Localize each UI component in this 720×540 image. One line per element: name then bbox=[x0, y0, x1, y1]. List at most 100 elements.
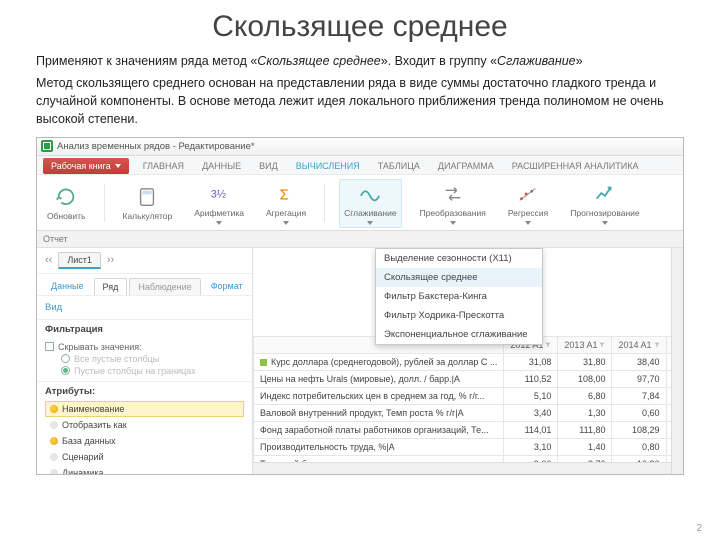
series-marker-icon bbox=[260, 359, 267, 366]
edge-cols-radio bbox=[61, 366, 70, 375]
cell-value: 110,52 bbox=[504, 370, 558, 387]
calculator-icon bbox=[135, 185, 159, 209]
pin-icon bbox=[50, 405, 58, 413]
cell-value: 6,80 bbox=[558, 387, 612, 404]
tab-data[interactable]: ДАННЫЕ bbox=[198, 158, 245, 174]
hide-values-label: Скрывать значения: bbox=[58, 342, 142, 352]
cell-value: 114,01 bbox=[504, 421, 558, 438]
row-label: Курс доллара (среднегодовой), рублей за … bbox=[254, 353, 504, 370]
dropdown-item[interactable]: Фильтр Ходрика-Прескотта bbox=[376, 306, 542, 325]
cell-value: 0,60 bbox=[612, 404, 666, 421]
smoothing-icon bbox=[358, 182, 382, 206]
dropdown-item[interactable]: Экспоненциальное сглаживание bbox=[376, 325, 542, 344]
empty-cols-label: Все пустые столбцы bbox=[74, 354, 159, 364]
cell-value: 3,40 bbox=[504, 404, 558, 421]
subtab-data[interactable]: Данные bbox=[43, 278, 92, 295]
edge-cols-label: Пустые столбцы на границах bbox=[74, 366, 196, 376]
slide-title: Скользящее среднее bbox=[30, 10, 690, 44]
attr-row[interactable]: Отобразить как bbox=[45, 417, 244, 433]
regression-button[interactable]: Регрессия bbox=[504, 180, 552, 227]
row-label: Фонд заработной платы работников организ… bbox=[254, 421, 504, 438]
cell-value: 7,84 bbox=[612, 387, 666, 404]
calculator-button[interactable]: Калькулятор bbox=[119, 183, 177, 223]
horizontal-scrollbar[interactable] bbox=[253, 462, 671, 474]
data-pane: Выделение сезонности (X11)Скользящее сре… bbox=[253, 248, 683, 474]
row-label: Валовой внутренний продукт, Темп роста %… bbox=[254, 404, 504, 421]
chevron-down-icon bbox=[602, 221, 608, 225]
app-window: Анализ временных рядов - Редактирование*… bbox=[36, 137, 684, 475]
subtab-observation[interactable]: Наблюдение bbox=[129, 278, 200, 295]
refresh-icon bbox=[54, 185, 78, 209]
left-panel: ‹‹ Лист1 ›› Данные Ряд Наблюдение Формат… bbox=[37, 248, 253, 474]
forecast-button[interactable]: Прогнозирование bbox=[566, 180, 643, 227]
transform-button[interactable]: Преобразования bbox=[416, 180, 490, 227]
dropdown-item[interactable]: Скользящее среднее bbox=[376, 268, 542, 287]
refresh-button[interactable]: Обновить bbox=[43, 183, 90, 223]
cell-value: 97,70 bbox=[612, 370, 666, 387]
cell-value: 108,00 bbox=[558, 370, 612, 387]
tab-view[interactable]: ВИД bbox=[255, 158, 282, 174]
table-row[interactable]: Фонд заработной платы работников организ… bbox=[254, 421, 684, 438]
tab-chart[interactable]: ДИАГРАММА bbox=[434, 158, 498, 174]
hide-values-checkbox[interactable] bbox=[45, 342, 54, 351]
table-row[interactable]: Производительность труда, %|А3,101,400,8… bbox=[254, 438, 684, 455]
row-label: Цены на нефть Urals (мировые), долл. / б… bbox=[254, 370, 504, 387]
sheet-prev-button[interactable]: ‹‹ bbox=[43, 254, 54, 266]
tab-home[interactable]: ГЛАВНАЯ bbox=[139, 158, 188, 174]
data-table: 2012 A12013 A12014 A12015 A1 Курс доллар… bbox=[253, 336, 683, 473]
vertical-scrollbar[interactable] bbox=[671, 248, 683, 474]
chevron-down-icon bbox=[216, 221, 222, 225]
workbook-menu-button[interactable]: Рабочая книга bbox=[43, 158, 129, 174]
empty-cols-radio bbox=[61, 354, 70, 363]
cell-value: 108,29 bbox=[612, 421, 666, 438]
smoothing-button[interactable]: Сглаживание bbox=[339, 179, 402, 228]
table-row[interactable]: Курс доллара (среднегодовой), рублей за … bbox=[254, 353, 684, 370]
arithmetic-icon: 3½ bbox=[207, 182, 231, 206]
row-label: Индекс потребительских цен в среднем за … bbox=[254, 387, 504, 404]
smoothing-dropdown: Выделение сезонности (X11)Скользящее сре… bbox=[375, 248, 543, 345]
chevron-down-icon bbox=[450, 221, 456, 225]
row-label: Производительность труда, %|А bbox=[254, 438, 504, 455]
arithmetic-button[interactable]: 3½ Арифметика bbox=[190, 180, 248, 227]
tab-analytics[interactable]: РАСШИРЕННАЯ АНАЛИТИКА bbox=[508, 158, 643, 174]
forecast-icon bbox=[593, 182, 617, 206]
sheet-tab[interactable]: Лист1 bbox=[58, 252, 101, 269]
tab-table[interactable]: ТАБЛИЦА bbox=[374, 158, 424, 174]
chevron-down-icon bbox=[283, 221, 289, 225]
regression-icon bbox=[516, 182, 540, 206]
tab-calculations[interactable]: ВЫЧИСЛЕНИЯ bbox=[292, 158, 364, 174]
attr-label: Отобразить как bbox=[62, 420, 127, 430]
attr-row[interactable]: Наименование bbox=[45, 401, 244, 417]
transform-icon bbox=[441, 182, 465, 206]
cell-value: 5,10 bbox=[504, 387, 558, 404]
window-title: Анализ временных рядов - Редактирование* bbox=[57, 141, 255, 152]
column-header[interactable]: 2014 A1 bbox=[612, 336, 666, 353]
chevron-down-icon bbox=[367, 221, 373, 225]
attr-label: Динамика bbox=[62, 468, 103, 474]
subtab-series[interactable]: Ряд bbox=[94, 278, 128, 295]
dropdown-item[interactable]: Выделение сезонности (X11) bbox=[376, 249, 542, 268]
attr-label: Сценарий bbox=[62, 452, 104, 462]
cell-value: 38,40 bbox=[612, 353, 666, 370]
dropdown-item[interactable]: Фильтр Бакстера-Кинга bbox=[376, 287, 542, 306]
attr-row[interactable]: Динамика bbox=[45, 465, 244, 474]
attr-label: База данных bbox=[62, 436, 116, 446]
table-row[interactable]: Валовой внутренний продукт, Темп роста %… bbox=[254, 404, 684, 421]
chevron-down-icon bbox=[115, 164, 121, 168]
view-link[interactable]: Вид bbox=[37, 295, 252, 319]
ribbon-tabs: Рабочая книга ГЛАВНАЯ ДАННЫЕ ВИД ВЫЧИСЛЕ… bbox=[37, 156, 683, 174]
report-bar: Отчет bbox=[37, 231, 683, 248]
pin-icon bbox=[50, 453, 58, 461]
sheet-next-button[interactable]: ›› bbox=[105, 254, 116, 266]
attrs-section-header: Атрибуты: bbox=[37, 381, 252, 401]
column-header[interactable]: 2013 A1 bbox=[558, 336, 612, 353]
table-row[interactable]: Индекс потребительских цен в среднем за … bbox=[254, 387, 684, 404]
attr-row[interactable]: База данных bbox=[45, 433, 244, 449]
cell-value: 0,80 bbox=[612, 438, 666, 455]
ribbon: Обновить Калькулятор 3½ Арифметика Σ Агр… bbox=[37, 174, 683, 231]
pin-icon bbox=[50, 421, 58, 429]
attr-row[interactable]: Сценарий bbox=[45, 449, 244, 465]
subtab-format[interactable]: Формат bbox=[203, 278, 251, 295]
table-row[interactable]: Цены на нефть Urals (мировые), долл. / б… bbox=[254, 370, 684, 387]
aggregation-button[interactable]: Σ Агрегация bbox=[262, 180, 310, 227]
